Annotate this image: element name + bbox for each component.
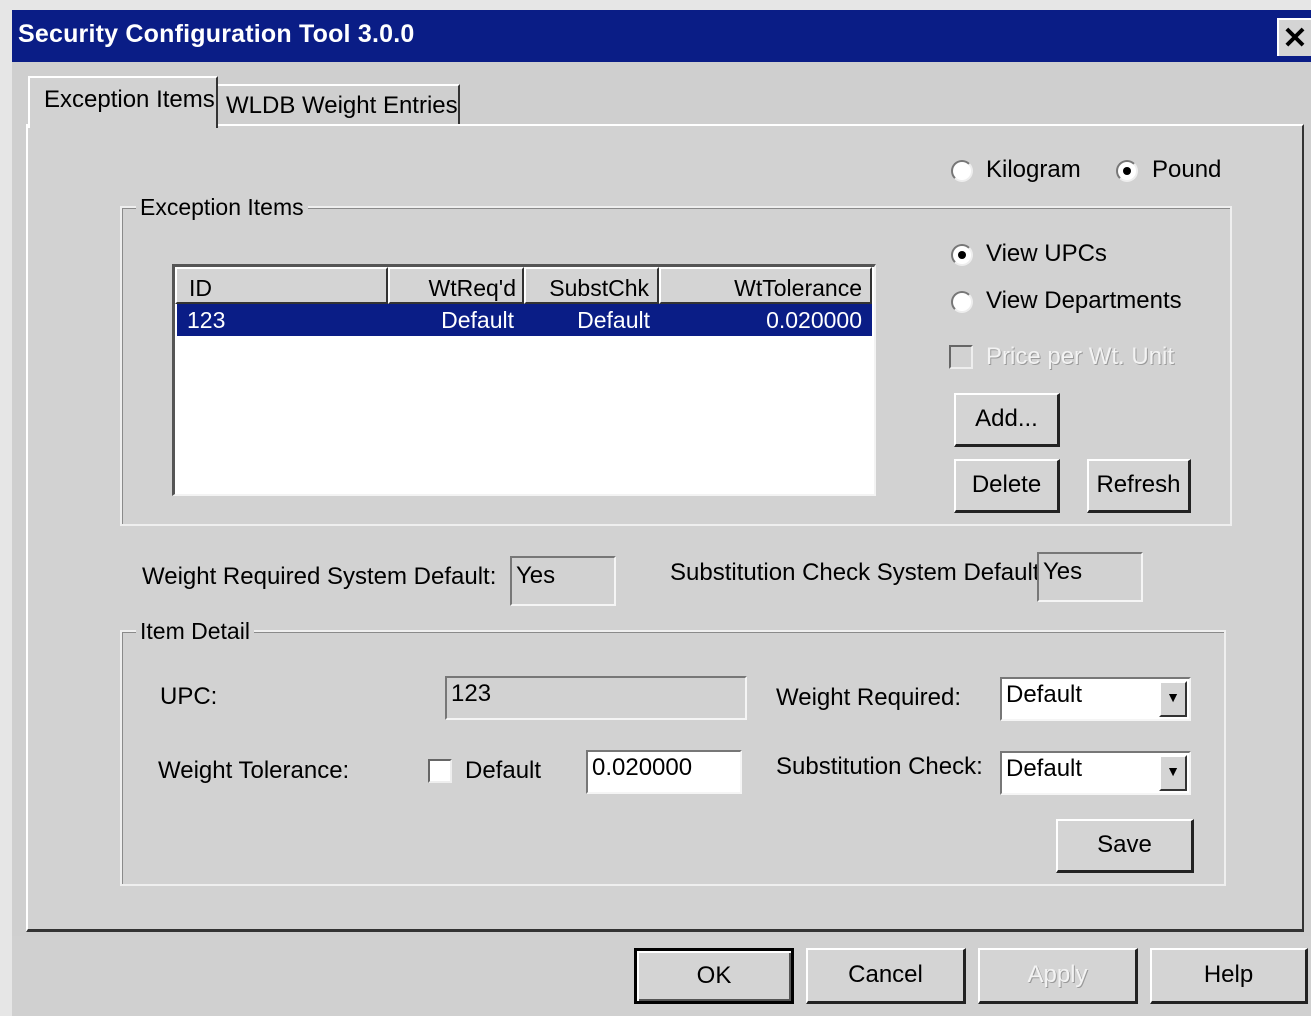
cell-id: 123 — [187, 307, 226, 333]
exception-items-group-label: Exception Items — [136, 194, 308, 221]
exception-items-list[interactable]: ID WtReq'd SubstChk WtTolerance 123 Defa… — [172, 264, 876, 496]
delete-button[interactable]: Delete — [954, 459, 1060, 513]
tab-label: Exception Items — [44, 86, 215, 113]
weight-required-system-default-field: Yes — [510, 556, 616, 606]
kilogram-label: Kilogram — [986, 156, 1081, 183]
pound-radio[interactable] — [1116, 160, 1138, 182]
weight-required-label: Weight Required: — [776, 684, 961, 711]
weight-tolerance-field[interactable]: 0.020000 — [586, 750, 742, 794]
column-header-wttolerance[interactable]: WtTolerance — [659, 267, 872, 304]
weight-required-system-default-label: Weight Required System Default: — [142, 563, 497, 590]
view-upcs-label: View UPCs — [986, 240, 1107, 267]
save-button[interactable]: Save — [1056, 819, 1194, 873]
table-row[interactable]: 123 Default Default 0.020000 — [177, 304, 872, 336]
substitution-check-select[interactable]: Default ▼ — [1000, 751, 1191, 795]
apply-button[interactable]: Apply — [978, 948, 1138, 1004]
close-icon: ✕ — [1282, 22, 1308, 55]
view-upcs-radio[interactable] — [951, 244, 973, 266]
pound-label: Pound — [1152, 156, 1222, 183]
cancel-button[interactable]: Cancel — [806, 948, 966, 1004]
upc-label: UPC: — [160, 683, 218, 710]
price-per-wt-unit-checkbox[interactable] — [949, 345, 973, 369]
substitution-check-label: Substitution Check: — [776, 753, 983, 780]
substitution-check-system-default-field: Yes — [1037, 552, 1143, 602]
cell-wtreqd: Default — [441, 307, 514, 333]
radio-selected-dot — [1123, 167, 1131, 175]
weight-required-select[interactable]: Default ▼ — [1000, 677, 1191, 721]
upc-field: 123 — [445, 676, 747, 720]
tab-label: WLDB Weight Entries — [226, 92, 458, 119]
view-departments-label: View Departments — [986, 287, 1182, 314]
default-checkbox-label: Default — [465, 757, 542, 784]
refresh-button[interactable]: Refresh — [1087, 459, 1191, 513]
close-button[interactable]: ✕ — [1277, 18, 1311, 56]
add-button[interactable]: Add... — [954, 393, 1060, 447]
view-departments-radio[interactable] — [951, 291, 973, 313]
default-checkbox[interactable] — [428, 759, 452, 783]
cell-substchk: Default — [577, 307, 650, 333]
column-header-wtreqd[interactable]: WtReq'd — [388, 267, 524, 304]
chevron-down-icon[interactable]: ▼ — [1159, 681, 1187, 717]
help-button[interactable]: Help — [1150, 948, 1308, 1004]
radio-selected-dot — [958, 251, 966, 259]
cell-wttolerance: 0.020000 — [766, 307, 862, 333]
title-bar: Security Configuration Tool 3.0.0 — [12, 10, 1311, 62]
tab-exception-items[interactable]: Exception Items — [28, 76, 218, 128]
kilogram-radio[interactable] — [951, 160, 973, 182]
substitution-check-system-default-label: Substitution Check System Default: — [670, 559, 1047, 586]
chevron-down-icon[interactable]: ▼ — [1159, 755, 1187, 791]
item-detail-group-label: Item Detail — [136, 618, 254, 645]
column-header-substchk[interactable]: SubstChk — [524, 267, 659, 304]
column-header-id[interactable]: ID — [175, 267, 388, 304]
tab-wldb-weight-entries[interactable]: WLDB Weight Entries — [218, 84, 460, 124]
ok-button[interactable]: OK — [634, 948, 794, 1004]
window-title: Security Configuration Tool 3.0.0 — [18, 20, 415, 48]
price-per-wt-unit-label: Price per Wt. Unit — [986, 343, 1175, 370]
weight-tolerance-label: Weight Tolerance: — [158, 757, 350, 784]
